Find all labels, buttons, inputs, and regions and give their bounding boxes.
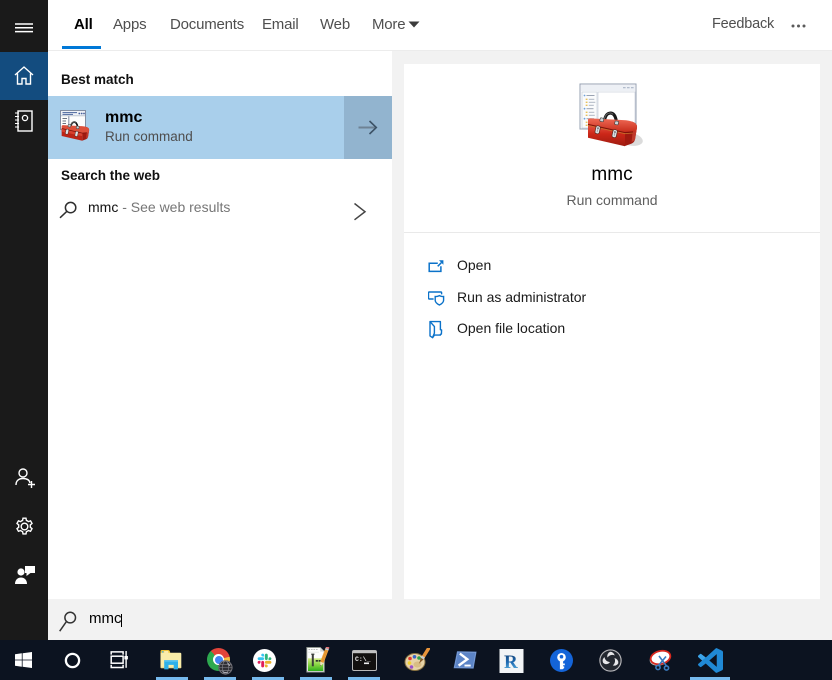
svg-text:R: R [504,652,518,673]
svg-text:C:\_: C:\_ [355,656,371,663]
